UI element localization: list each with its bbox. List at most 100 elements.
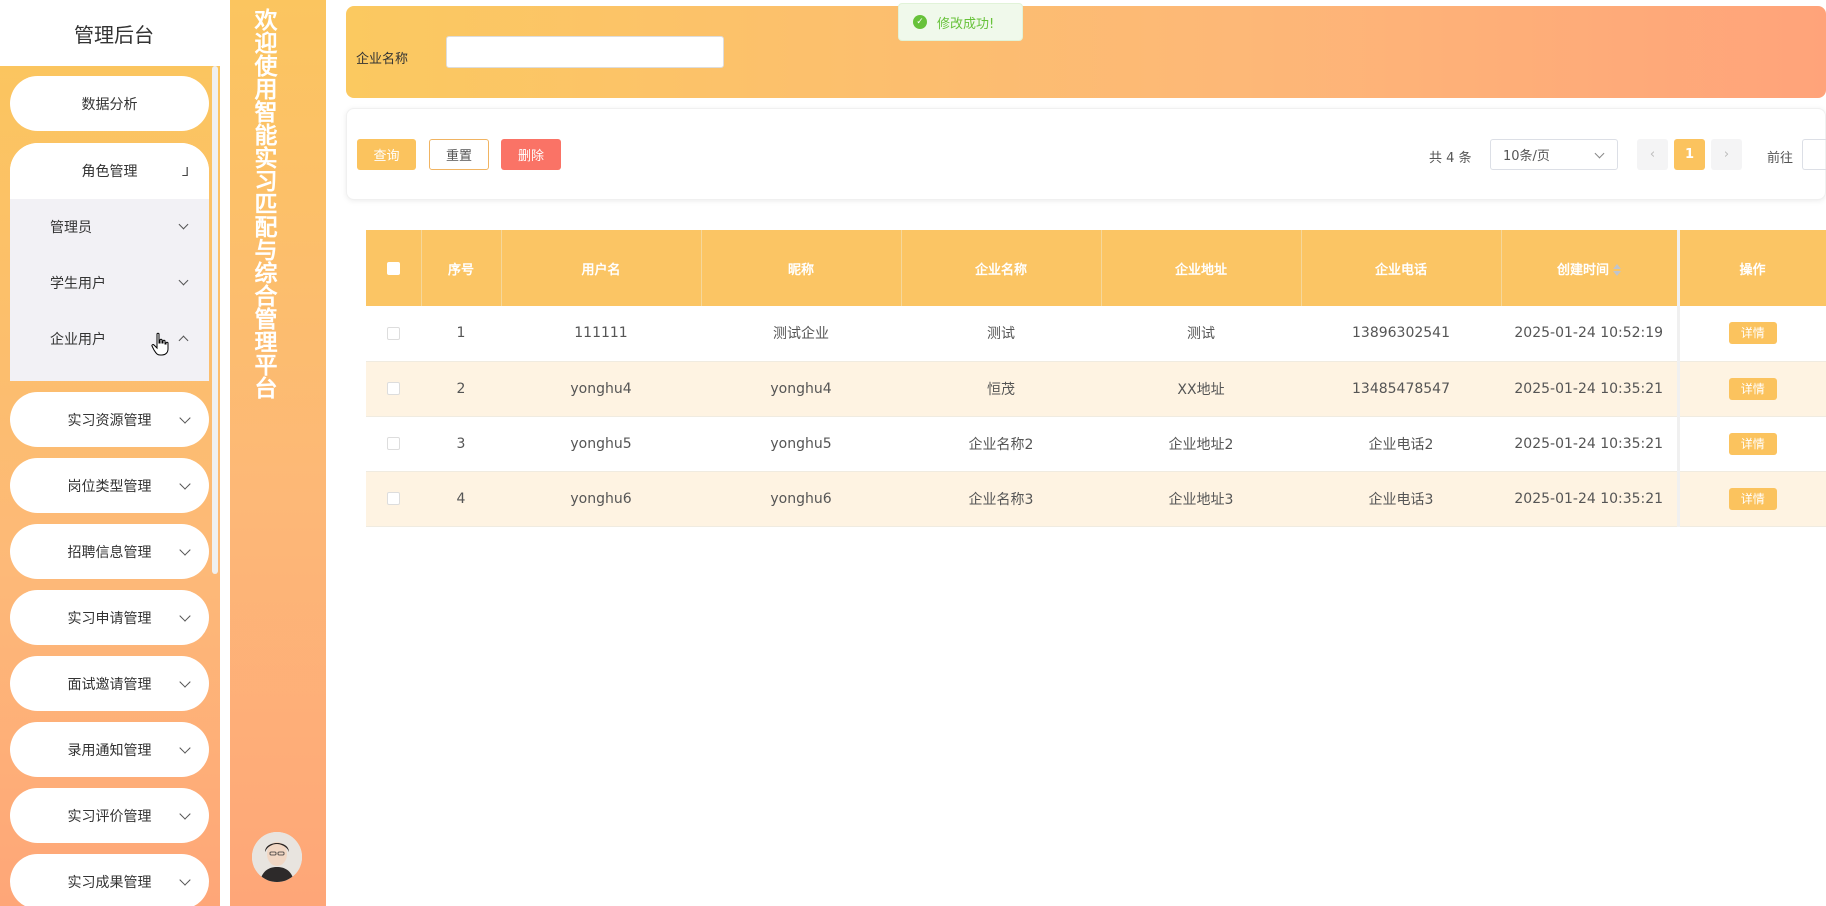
goto-page-input[interactable] (1802, 139, 1826, 170)
menu-item-internship-applications[interactable]: 实习申请管理 (10, 590, 209, 645)
check-circle-icon: ✓ (913, 15, 927, 29)
chevron-up-icon (178, 335, 189, 346)
cell-nickname: yonghu4 (701, 361, 901, 417)
menu-item-label: 录用通知管理 (67, 742, 152, 759)
header-created-at[interactable]: 创建时间 (1501, 230, 1679, 306)
row-checkbox[interactable] (387, 492, 400, 505)
query-button[interactable]: 查询 (357, 139, 416, 170)
sort-icon[interactable] (1613, 264, 1621, 276)
header-username: 用户名 (501, 230, 702, 306)
sidebar-scrollbar[interactable] (212, 66, 218, 574)
cell-company-phone: 企业电话2 (1301, 416, 1501, 472)
menu-item-recruitment-info[interactable]: 招聘信息管理 (10, 524, 209, 579)
chevron-left-icon: ‹ (1649, 147, 1656, 162)
cell-created-at: 2025-01-24 10:35:21 (1501, 416, 1678, 472)
menu-item-interview-invitations[interactable]: 面试邀请管理 (10, 656, 209, 711)
cell-company-address: 企业地址3 (1101, 471, 1301, 527)
menu-item-data-analysis[interactable]: 数据分析 (10, 76, 209, 131)
menu-item-role-management[interactable]: 角色管理 ᒧ (10, 143, 209, 199)
cell-nickname: yonghu5 (701, 416, 901, 472)
action-toolbar: 查询 重置 删除 共 4 条 10条/页 ‹ 1 › 前往 (346, 108, 1826, 200)
submenu-item-label: 学生用户 (50, 276, 106, 292)
menu-item-label: 实习申请管理 (67, 610, 152, 627)
select-all-checkbox[interactable] (386, 261, 400, 275)
menu-item-offer-notices[interactable]: 录用通知管理 (10, 722, 209, 777)
chevron-down-icon (179, 675, 191, 688)
cell-company-phone: 13896302541 (1301, 306, 1501, 362)
page-size-select[interactable]: 10条/页 (1490, 139, 1618, 170)
row-checkbox[interactable] (387, 437, 400, 450)
cell-nickname: yonghu6 (701, 471, 901, 527)
app-title: 管理后台 (0, 0, 228, 66)
cell-username: 111111 (501, 306, 701, 362)
cell-company-name: 恒茂 (901, 361, 1101, 417)
next-page-button[interactable]: › (1711, 139, 1742, 170)
cell-username: yonghu4 (501, 361, 701, 417)
cell-company-name: 企业名称3 (901, 471, 1101, 527)
submenu-item-label: 企业用户 (50, 332, 106, 348)
submenu-item-label: 管理员 (50, 220, 92, 236)
cell-index: 2 (421, 361, 501, 417)
reset-button[interactable]: 重置 (429, 139, 489, 170)
page-size-value: 10条/页 (1503, 149, 1550, 164)
header-nickname: 昵称 (701, 230, 902, 306)
chevron-down-icon (1594, 148, 1605, 159)
chevron-right-icon: › (1723, 147, 1730, 162)
submenu-item-admin[interactable]: 管理员 (10, 199, 209, 255)
delete-button[interactable]: 删除 (501, 139, 561, 170)
detail-button[interactable]: 详情 (1728, 432, 1777, 455)
table-row: 3 yonghu5 yonghu5 企业名称2 企业地址2 企业电话2 2025… (366, 416, 1826, 472)
company-user-table: 序号 用户名 昵称 企业名称 企业地址 企业电话 创建时间 操作 1 11111… (366, 230, 1826, 527)
header-created-at-label: 创建时间 (1556, 262, 1609, 278)
user-avatar[interactable] (252, 832, 302, 882)
cell-created-at: 2025-01-24 10:52:19 (1501, 306, 1678, 362)
detail-button[interactable]: 详情 (1728, 377, 1777, 400)
cell-created-at: 2025-01-24 10:35:21 (1501, 361, 1678, 417)
company-name-input[interactable] (446, 36, 724, 68)
cell-username: yonghu5 (501, 416, 701, 472)
header-company-phone: 企业电话 (1301, 230, 1502, 306)
menu-item-label: 数据分析 (81, 96, 138, 113)
detail-button[interactable]: 详情 (1728, 322, 1777, 345)
detail-button[interactable]: 详情 (1728, 487, 1777, 510)
cell-index: 1 (421, 306, 501, 362)
cell-company-name: 企业名称2 (901, 416, 1101, 472)
cell-company-address: 测试 (1101, 306, 1301, 362)
menu-item-position-types[interactable]: 岗位类型管理 (10, 458, 209, 513)
sidebar-menu: 数据分析 角色管理 ᒧ 管理员 学生用户 企业用户 实习资源管理 岗位类型管理 … (0, 66, 220, 906)
row-checkbox[interactable] (387, 326, 400, 340)
table-row: 4 yonghu6 yonghu6 企业名称3 企业地址3 企业电话3 2025… (366, 471, 1826, 527)
select-all-cell (366, 230, 422, 306)
header-index: 序号 (421, 230, 502, 306)
cell-index: 3 (421, 416, 501, 472)
success-toast: ✓ 修改成功! (898, 3, 1023, 41)
welcome-text: 欢迎使用智能实习匹配与综合管理平台 (250, 8, 276, 399)
chevron-down-icon (179, 543, 191, 556)
hand-cursor-icon (151, 332, 169, 356)
cell-company-name: 测试 (901, 306, 1101, 362)
menu-item-internship-evaluations[interactable]: 实习评价管理 (10, 788, 209, 843)
menu-item-label: 实习成果管理 (67, 874, 152, 891)
total-count: 共 4 条 (1429, 151, 1472, 166)
chevron-down-icon (178, 275, 189, 286)
avatar-icon (252, 832, 302, 882)
submenu-item-company-user[interactable]: 企业用户 (10, 311, 209, 381)
chevron-down-icon (179, 411, 191, 424)
table-row: 2 yonghu4 yonghu4 恒茂 XX地址 13485478547 20… (366, 361, 1826, 417)
menu-item-internship-results[interactable]: 实习成果管理 (10, 854, 209, 906)
chevron-down-icon (178, 219, 189, 230)
menu-item-label: 角色管理 (81, 164, 138, 180)
menu-item-label: 实习评价管理 (67, 808, 152, 825)
page-number-current[interactable]: 1 (1674, 139, 1705, 170)
submenu-item-student-user[interactable]: 学生用户 (10, 255, 209, 311)
chevron-down-icon (179, 609, 191, 622)
row-checkbox[interactable] (387, 382, 400, 395)
chevron-down-icon (179, 477, 191, 490)
menu-item-internship-resources[interactable]: 实习资源管理 (10, 392, 209, 447)
cell-company-phone: 13485478547 (1301, 361, 1501, 417)
cell-index: 4 (421, 471, 501, 527)
prev-page-button[interactable]: ‹ (1637, 139, 1668, 170)
menu-item-label: 面试邀请管理 (67, 676, 152, 693)
cell-company-address: XX地址 (1101, 361, 1301, 417)
chevron-down-icon (179, 807, 191, 820)
